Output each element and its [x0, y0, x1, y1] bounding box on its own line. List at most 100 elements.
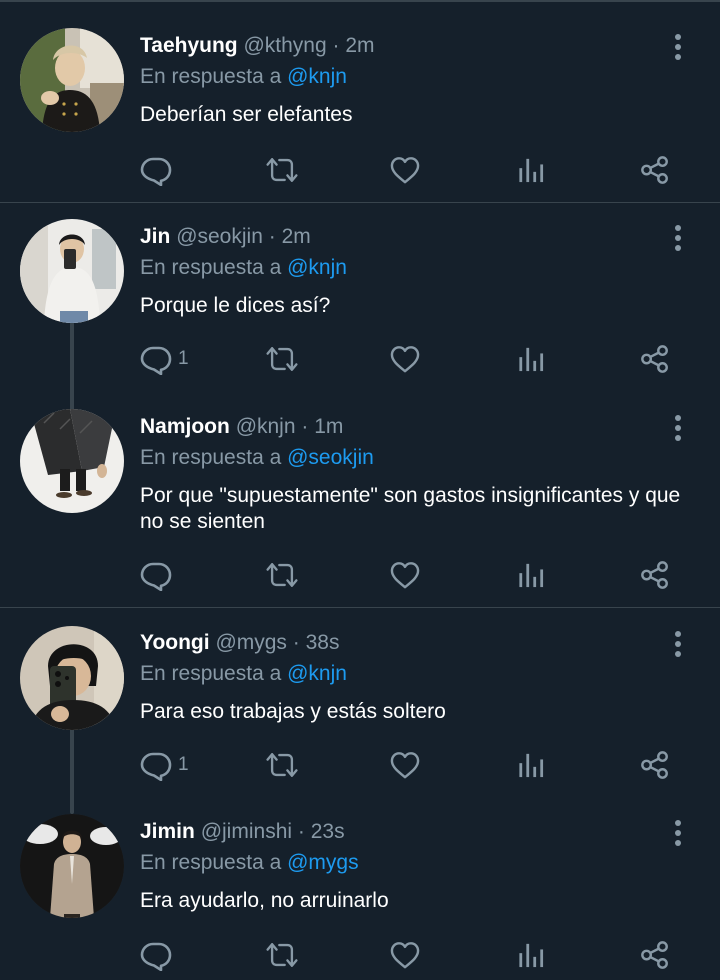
reply-button[interactable]: 1 — [140, 339, 189, 379]
retweet-icon — [264, 344, 300, 374]
reply-icon — [140, 154, 172, 186]
tweet-actions — [0, 935, 720, 975]
reply-mention-link[interactable]: @mygs — [287, 851, 359, 874]
reply-prefix: En respuesta a — [140, 851, 282, 874]
tweet-jin[interactable]: Jin @seokjin · 2m En respuesta a @knjn P… — [0, 203, 720, 393]
reply-count: 1 — [178, 754, 189, 775]
like-icon — [390, 345, 420, 373]
more-options-button[interactable] — [664, 816, 692, 850]
tweet-actions: 1 — [0, 339, 720, 379]
timestamp[interactable]: 2m — [282, 225, 311, 248]
analytics-button[interactable] — [518, 150, 544, 190]
tweet-jimin[interactable]: Jimin @jiminshi · 23s En respuesta a @my… — [0, 798, 720, 980]
retweet-button[interactable] — [264, 745, 300, 785]
share-button[interactable] — [640, 935, 670, 975]
more-options-icon — [673, 414, 683, 442]
more-options-button[interactable] — [664, 30, 692, 64]
tweet-text: Era ayudarlo, no arruinarlo — [140, 889, 389, 912]
retweet-button[interactable] — [264, 555, 300, 595]
share-icon — [640, 940, 670, 970]
separator-dot: · — [332, 34, 340, 57]
avatar[interactable] — [20, 409, 124, 513]
analytics-button[interactable] — [518, 935, 544, 975]
more-options-button[interactable] — [664, 411, 692, 445]
reply-prefix: En respuesta a — [140, 256, 282, 279]
reply-mention-link[interactable]: @seokjin — [287, 446, 374, 469]
analytics-button[interactable] — [518, 339, 544, 379]
user-handle[interactable]: @jiminshi — [201, 820, 292, 843]
more-options-button[interactable] — [664, 627, 692, 661]
display-name[interactable]: Yoongi — [140, 631, 210, 654]
display-name[interactable]: Namjoon — [140, 415, 230, 438]
timestamp[interactable]: 23s — [311, 820, 345, 843]
like-button[interactable] — [390, 555, 420, 595]
more-options-icon — [673, 33, 683, 61]
reply-button[interactable] — [140, 935, 178, 975]
timestamp[interactable]: 1m — [314, 415, 343, 438]
more-options-icon — [673, 630, 683, 658]
reply-mention-link[interactable]: @knjn — [287, 662, 347, 685]
display-name[interactable]: Jin — [140, 225, 170, 248]
share-button[interactable] — [640, 555, 670, 595]
reply-mention-link[interactable]: @knjn — [287, 256, 347, 279]
avatar[interactable] — [20, 28, 124, 132]
share-button[interactable] — [640, 339, 670, 379]
separator-dot: · — [301, 415, 309, 438]
more-options-icon — [673, 819, 683, 847]
user-handle[interactable]: @mygs — [215, 631, 287, 654]
reply-icon — [140, 749, 172, 781]
avatar[interactable] — [20, 626, 124, 730]
timestamp[interactable]: 2m — [345, 34, 374, 57]
tweet-actions — [0, 150, 720, 190]
tweet-header: Taehyung @kthyng · 2m — [140, 33, 375, 59]
display-name[interactable]: Jimin — [140, 820, 195, 843]
like-button[interactable] — [390, 339, 420, 379]
retweet-icon — [264, 750, 300, 780]
tweet-header: Jin @seokjin · 2m — [140, 224, 311, 250]
tweet-yoongi[interactable]: Yoongi @mygs · 38s En respuesta a @knjn … — [0, 608, 720, 798]
like-button[interactable] — [390, 745, 420, 785]
reply-button[interactable] — [140, 150, 178, 190]
like-button[interactable] — [390, 935, 420, 975]
user-handle[interactable]: @knjn — [236, 415, 296, 438]
tweet-taehyung[interactable]: Taehyung @kthyng · 2m En respuesta a @kn… — [0, 0, 720, 202]
like-icon — [390, 941, 420, 969]
tweet-header: Yoongi @mygs · 38s — [140, 630, 339, 656]
reply-icon — [140, 343, 172, 375]
reply-icon — [140, 939, 172, 971]
display-name[interactable]: Taehyung — [140, 34, 238, 57]
reply-context: En respuesta a @knjn — [140, 64, 347, 90]
reply-prefix: En respuesta a — [140, 662, 282, 685]
avatar[interactable] — [20, 814, 124, 918]
separator-dot: · — [297, 820, 305, 843]
user-handle[interactable]: @kthyng — [243, 34, 326, 57]
retweet-icon — [264, 940, 300, 970]
share-icon — [640, 560, 670, 590]
reply-icon — [140, 559, 172, 591]
more-options-button[interactable] — [664, 221, 692, 255]
share-button[interactable] — [640, 745, 670, 785]
timestamp[interactable]: 38s — [306, 631, 340, 654]
reply-prefix: En respuesta a — [140, 446, 282, 469]
analytics-icon — [518, 561, 544, 589]
user-handle[interactable]: @seokjin — [176, 225, 263, 248]
avatar[interactable] — [20, 219, 124, 323]
reply-context: En respuesta a @knjn — [140, 661, 347, 687]
share-button[interactable] — [640, 150, 670, 190]
separator-dot: · — [292, 631, 300, 654]
analytics-button[interactable] — [518, 745, 544, 785]
reply-button[interactable]: 1 — [140, 745, 189, 785]
retweet-button[interactable] — [264, 339, 300, 379]
reply-mention-link[interactable]: @knjn — [287, 65, 347, 88]
tweet-namjoon[interactable]: Namjoon @knjn · 1m En respuesta a @seokj… — [0, 393, 720, 607]
reply-context: En respuesta a @knjn — [140, 255, 347, 281]
retweet-icon — [264, 155, 300, 185]
reply-button[interactable] — [140, 555, 178, 595]
reply-context: En respuesta a @mygs — [140, 850, 359, 876]
reply-context: En respuesta a @seokjin — [140, 445, 374, 471]
like-button[interactable] — [390, 150, 420, 190]
retweet-icon — [264, 560, 300, 590]
retweet-button[interactable] — [264, 150, 300, 190]
analytics-button[interactable] — [518, 555, 544, 595]
retweet-button[interactable] — [264, 935, 300, 975]
